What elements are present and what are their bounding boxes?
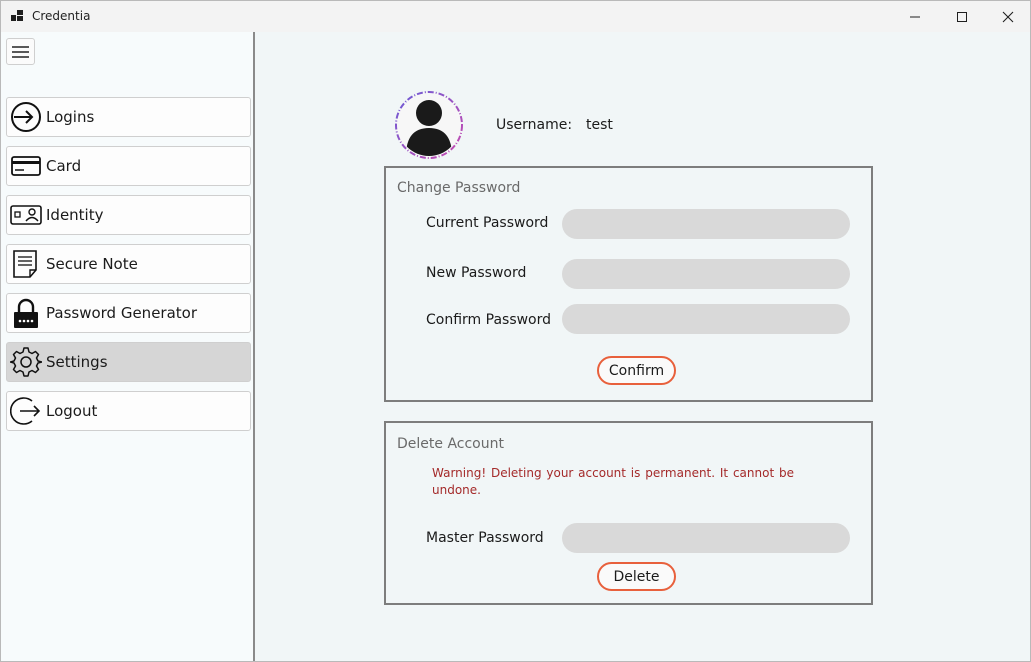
close-button[interactable]	[985, 1, 1031, 32]
note-icon	[10, 248, 42, 280]
hamburger-icon	[12, 45, 29, 58]
change-password-title: Change Password	[397, 180, 521, 196]
delete-account-title: Delete Account	[397, 436, 504, 452]
id-card-icon	[10, 199, 42, 231]
login-arrow-icon	[10, 101, 42, 133]
current-password-label: Current Password	[426, 215, 549, 231]
maximize-button[interactable]	[939, 1, 985, 32]
logout-arrow-icon	[10, 395, 42, 427]
sidebar-item-label: Password Generator	[46, 304, 198, 322]
sidebar-item-label: Logout	[46, 402, 98, 420]
username-label: Username:	[496, 117, 573, 133]
sidebar-item-logout[interactable]: Logout	[6, 391, 251, 431]
confirm-button[interactable]: Confirm	[597, 356, 676, 385]
sidebar-item-label: Card	[46, 157, 82, 175]
sidebar-item-identity[interactable]: Identity	[6, 195, 251, 235]
hamburger-menu-button[interactable]	[6, 38, 35, 65]
current-password-input[interactable]	[562, 209, 850, 239]
confirm-password-label: Confirm Password	[426, 312, 552, 328]
gear-icon	[10, 346, 42, 378]
sidebar-item-label: Logins	[46, 108, 95, 126]
maximize-icon	[957, 11, 967, 22]
sidebar-item-logins[interactable]: Logins	[6, 97, 251, 137]
sidebar-item-label: Secure Note	[46, 255, 138, 273]
master-password-input[interactable]	[562, 523, 850, 553]
app-logo-icon	[11, 10, 23, 21]
change-password-group: Change Password Current Password New Pas…	[384, 166, 873, 402]
app-window: Credentia Logins Card Identity Secure No…	[0, 0, 1031, 662]
window-title: Credentia	[32, 9, 91, 23]
sidebar-item-secure-note[interactable]: Secure Note	[6, 244, 251, 284]
sidebar: Logins Card Identity Secure Note Passwor…	[1, 32, 255, 661]
settings-panel: Username: test Change Password Current P…	[255, 32, 1030, 661]
delete-account-group: Delete Account Warning! Deleting your ac…	[384, 421, 873, 605]
padlock-icon	[10, 297, 42, 329]
minimize-button[interactable]	[892, 1, 938, 32]
minimize-icon	[910, 16, 920, 17]
close-icon	[1002, 11, 1014, 22]
sidebar-item-settings[interactable]: Settings	[6, 342, 251, 382]
new-password-label: New Password	[426, 265, 527, 281]
credit-card-icon	[10, 150, 42, 182]
username-value: test	[586, 117, 613, 133]
confirm-password-input[interactable]	[562, 304, 850, 334]
master-password-label: Master Password	[426, 530, 544, 546]
sidebar-item-password-generator[interactable]: Password Generator	[6, 293, 251, 333]
user-avatar-icon	[395, 91, 463, 159]
new-password-input[interactable]	[562, 259, 850, 289]
sidebar-item-label: Settings	[46, 353, 108, 371]
sidebar-item-card[interactable]: Card	[6, 146, 251, 186]
delete-button[interactable]: Delete	[597, 562, 676, 591]
sidebar-item-label: Identity	[46, 206, 104, 224]
delete-warning-text: Warning! Deleting your account is perman…	[432, 466, 794, 497]
title-bar: Credentia	[1, 1, 1030, 32]
